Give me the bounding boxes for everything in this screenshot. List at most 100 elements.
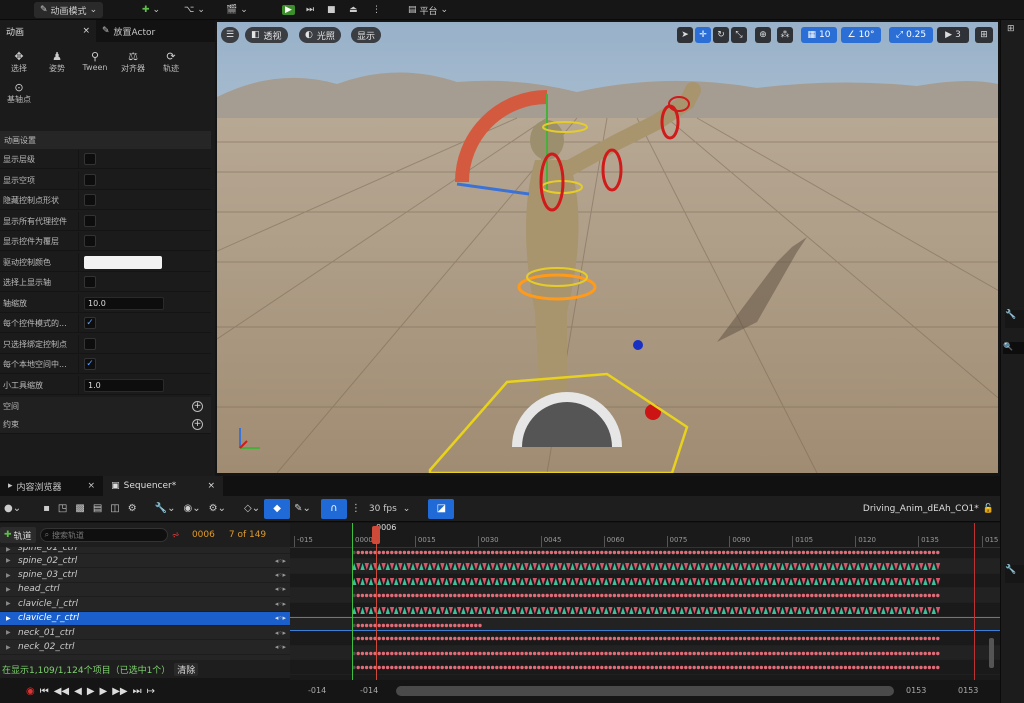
- play-button[interactable]: ▶: [282, 2, 295, 18]
- play-icon[interactable]: ▶: [87, 686, 95, 697]
- track-row[interactable]: ▶ head_ctrl ◂◦▸: [0, 583, 290, 598]
- add-icon[interactable]: +: [192, 400, 203, 412]
- browse-button[interactable]: ◳: [54, 499, 71, 519]
- key-row[interactable]: [290, 574, 1000, 589]
- close-icon[interactable]: ×: [82, 26, 90, 36]
- show-button[interactable]: 显示: [351, 27, 382, 43]
- expand-arrow-icon[interactable]: ▶: [6, 572, 18, 579]
- save-button[interactable]: ▪: [39, 499, 54, 519]
- pose-tool[interactable]: ♟ 姿势: [38, 50, 76, 78]
- search-icon[interactable]: 🔍: [1003, 342, 1024, 354]
- tools-dropdown[interactable]: 🔧 ⌄: [151, 499, 180, 519]
- jump-end-icon[interactable]: ⏭: [133, 686, 142, 697]
- key-nav-icon[interactable]: ◂◦▸: [275, 557, 286, 565]
- timeline-panel[interactable]: 0006 -015 0000 0015 0030 0045 0060 0075 0090 010…: [290, 523, 1000, 680]
- key-row[interactable]: [290, 617, 1000, 632]
- loop-icon[interactable]: ↦: [147, 686, 155, 697]
- step-back-icon[interactable]: ◀: [74, 686, 82, 697]
- time-scrollbar[interactable]: [396, 686, 894, 696]
- track-search-input[interactable]: ⌕ 搜索轨道: [39, 528, 168, 542]
- close-icon[interactable]: ×: [208, 481, 216, 491]
- snap-button[interactable]: ∩: [320, 498, 347, 519]
- expand-arrow-icon[interactable]: ▶: [6, 557, 18, 564]
- clear-button[interactable]: 清除: [174, 662, 199, 676]
- expand-arrow-icon[interactable]: ▶: [6, 644, 18, 651]
- viewport-menu-button[interactable]: ☰: [221, 27, 239, 43]
- track-row[interactable]: ▶ spine_01_ctrl: [0, 547, 290, 554]
- grid-icon[interactable]: ⊞: [1007, 24, 1015, 34]
- world-space-button[interactable]: ⊕: [755, 27, 771, 43]
- eject-button[interactable]: ⏏: [349, 2, 358, 18]
- camera-speed-button[interactable]: ▶ 3: [937, 27, 969, 43]
- range-start-field[interactable]: -014: [308, 686, 326, 695]
- tween-tool[interactable]: ⚲ Tween: [76, 50, 114, 78]
- key-row[interactable]: [290, 603, 1000, 617]
- layout-button[interactable]: ⊞: [975, 27, 993, 43]
- checkbox[interactable]: [84, 338, 96, 350]
- jump-start-icon[interactable]: ⏮: [40, 686, 49, 697]
- checkbox[interactable]: [84, 153, 96, 165]
- view-dropdown[interactable]: ◉ ⌄: [180, 499, 205, 519]
- rotation-snap-button[interactable]: ∠ 10°: [841, 27, 881, 43]
- checkbox[interactable]: [84, 174, 96, 186]
- stop-button[interactable]: ■: [327, 2, 336, 18]
- surface-snap-button[interactable]: ⁂: [777, 27, 793, 43]
- key-nav-icon[interactable]: ◂◦▸: [275, 585, 286, 593]
- lock-icon[interactable]: 🔓: [983, 504, 994, 514]
- rotate-button[interactable]: ↻: [713, 27, 729, 43]
- expand-arrow-icon[interactable]: ▶: [6, 586, 18, 593]
- key-nav-icon[interactable]: ◂◦▸: [275, 629, 286, 637]
- auto-key-button[interactable]: ◆: [264, 498, 291, 519]
- wrench-icon[interactable]: 🔧: [1005, 565, 1024, 583]
- more-options-button[interactable]: ⋮: [372, 2, 381, 18]
- group-constraints[interactable]: 约束 +: [0, 415, 211, 434]
- scale-snap-button[interactable]: ⤢ 0.25: [889, 27, 933, 43]
- tab-animation[interactable]: 动画 ×: [0, 20, 96, 42]
- actions-button[interactable]: ⚙: [124, 499, 141, 519]
- aligner-tool[interactable]: ⚖ 对齐器: [114, 50, 152, 78]
- tab-content-browser[interactable]: ▸ 内容浏览器 ×: [0, 476, 103, 496]
- key-row[interactable]: [290, 660, 1000, 675]
- track-row[interactable]: ▶ spine_03_ctrl ◂◦▸: [0, 568, 290, 583]
- select-mode-button[interactable]: ➤: [677, 27, 693, 43]
- key-row[interactable]: [290, 588, 1000, 603]
- scale-button[interactable]: ⤡: [731, 27, 747, 43]
- start-marker[interactable]: [352, 523, 353, 680]
- end-marker[interactable]: [974, 523, 975, 680]
- trails-tool[interactable]: ⟳ 轨迹: [152, 50, 190, 78]
- key-row[interactable]: [290, 545, 1000, 560]
- blueprint-button[interactable]: ⌥ ⌄: [184, 2, 205, 18]
- view-start-field[interactable]: -014: [360, 686, 378, 695]
- group-space[interactable]: 空间 +: [0, 397, 211, 416]
- track-row[interactable]: ▶ neck_02_ctrl ◂◦▸: [0, 640, 290, 655]
- key-nav-icon[interactable]: ◂◦▸: [275, 643, 286, 651]
- color-swatch[interactable]: [84, 255, 162, 269]
- create-camera-button[interactable]: ◫: [106, 499, 123, 519]
- expand-arrow-icon[interactable]: ▶: [6, 629, 18, 636]
- add-icon[interactable]: +: [192, 418, 203, 430]
- key-dropdown[interactable]: ◇ ⌄: [240, 499, 264, 519]
- pivot-tool[interactable]: ⊙ 基轴点: [0, 81, 38, 109]
- ik-target[interactable]: [633, 340, 643, 350]
- track-row[interactable]: ▶ neck_01_ctrl ◂◦▸: [0, 626, 290, 641]
- checkbox[interactable]: [84, 235, 96, 247]
- section-header[interactable]: 动画设置: [0, 131, 211, 149]
- playback-dropdown[interactable]: ⚙ ⌄: [205, 499, 230, 519]
- filter-icon[interactable]: ⩫: [172, 530, 180, 541]
- curve-editor-button[interactable]: ◪: [428, 498, 455, 519]
- expand-arrow-icon[interactable]: ▶: [6, 600, 18, 607]
- fps-dropdown[interactable]: 30 fps ⌄: [365, 499, 414, 519]
- current-frame-field[interactable]: 0006: [192, 530, 215, 540]
- next-key-icon[interactable]: ▶▶: [112, 686, 127, 697]
- gizmo-scale-input[interactable]: 1.0: [84, 378, 164, 392]
- snap-options[interactable]: ⋮: [347, 499, 365, 519]
- checkbox[interactable]: ✓: [84, 317, 96, 329]
- checkbox[interactable]: [84, 215, 96, 227]
- foot-target[interactable]: [645, 404, 661, 420]
- tab-sequencer[interactable]: ▣ Sequencer* ×: [103, 476, 224, 496]
- key-nav-icon[interactable]: ◂◦▸: [275, 600, 286, 608]
- vertical-scrollbar[interactable]: [989, 638, 994, 668]
- playhead-handle[interactable]: [372, 526, 380, 544]
- range-end-field[interactable]: 0153: [958, 686, 978, 695]
- tab-place-actor[interactable]: ✎ 放置Actor: [96, 20, 161, 42]
